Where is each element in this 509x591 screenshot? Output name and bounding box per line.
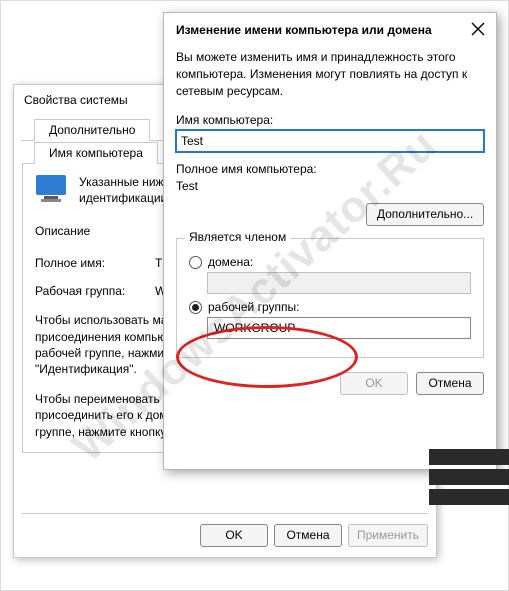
- fullname-label: Полное имя:: [35, 256, 155, 270]
- full-computer-name-label: Полное имя компьютера:: [176, 162, 484, 176]
- identification-desc: Указанные ниж идентификации: [79, 174, 167, 206]
- domain-input: [207, 272, 471, 294]
- member-of-legend: Является членом: [185, 230, 290, 244]
- computer-name-label: Имя компьютера:: [176, 113, 484, 127]
- domain-radio-row[interactable]: домена:: [189, 255, 471, 269]
- workgroup-radio-row[interactable]: рабочей группы:: [189, 300, 471, 314]
- apply-button[interactable]: Применить: [348, 524, 428, 547]
- background-decoration: [429, 445, 509, 505]
- dialog-button-bar: OK Отмена Применить: [22, 513, 428, 547]
- radio-icon: [189, 256, 202, 269]
- close-icon[interactable]: [470, 21, 488, 39]
- cancel-button[interactable]: Отмена: [274, 524, 342, 547]
- computer-name-input[interactable]: [176, 130, 484, 152]
- ok-button[interactable]: OK: [200, 524, 268, 547]
- description-label: Описание: [35, 224, 155, 238]
- cancel-button[interactable]: Отмена: [416, 372, 484, 395]
- tab-advanced[interactable]: Дополнительно: [34, 119, 150, 141]
- radio-icon: [189, 301, 202, 314]
- member-of-group: Является членом домена: рабочей группы:: [176, 238, 484, 358]
- workgroup-radio-label: рабочей группы:: [208, 300, 299, 314]
- workgroup-input[interactable]: [207, 317, 471, 339]
- domain-radio-label: домена:: [208, 255, 253, 269]
- dialog-title: Изменение имени компьютера или домена: [176, 23, 432, 37]
- info-text: Вы можете изменить имя и принадлежность …: [176, 49, 484, 99]
- workgroup-label: Рабочая группа:: [35, 284, 155, 298]
- fullname-value: T: [155, 256, 162, 270]
- ok-button[interactable]: OK: [340, 372, 408, 395]
- monitor-icon: [35, 174, 69, 204]
- more-button[interactable]: Дополнительно...: [366, 203, 484, 226]
- full-computer-name-value: Test: [176, 179, 484, 193]
- change-name-window: Изменение имени компьютера или домена Вы…: [163, 12, 497, 470]
- tab-computer-name[interactable]: Имя компьютера: [34, 142, 158, 164]
